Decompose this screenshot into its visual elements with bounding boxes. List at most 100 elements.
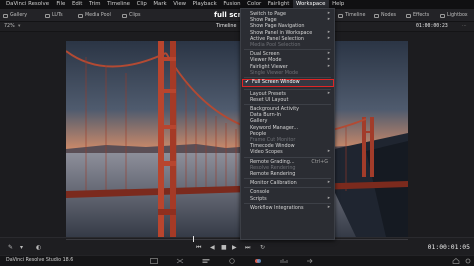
menu-playback[interactable]: Playback: [189, 0, 220, 9]
transport-bar: ✎ ▾ ◐ ⏮ ◀ ■ ▶ ⏭ ↻ 01:00:01:05: [0, 236, 474, 255]
viewer-frame-image[interactable]: [66, 41, 408, 237]
menu-item-video-scopes[interactable]: Video Scopes ▸: [241, 149, 334, 155]
media-page-icon[interactable]: [150, 258, 158, 264]
transport-timecode: 01:00:01:05: [427, 243, 470, 251]
checkmark-icon: ✔: [245, 80, 250, 85]
menu-separator: [244, 187, 331, 189]
menu-separator: [244, 49, 331, 51]
stop-icon[interactable]: ■: [221, 244, 227, 251]
timeline-scrubber[interactable]: [66, 236, 408, 242]
menu-file[interactable]: File: [53, 0, 69, 9]
menu-item-label: Monitor Calibration: [250, 180, 297, 187]
media-pool-icon: [78, 13, 83, 18]
pen-tool-icon[interactable]: ✎: [8, 244, 13, 251]
lightbox-button[interactable]: Lightbox: [440, 11, 468, 20]
viewer-options-icon[interactable]: ⋯: [462, 23, 467, 31]
menu-item-label: Layout Presets: [250, 90, 286, 97]
submenu-arrow-icon: ▸: [327, 149, 330, 155]
submenu-arrow-icon: ▸: [327, 180, 330, 186]
golden-gate-bridge-image: [66, 41, 408, 237]
loop-icon[interactable]: ↻: [260, 244, 265, 251]
fusion-page-icon[interactable]: [228, 258, 236, 264]
menu-item-label: Video Scopes: [250, 149, 283, 156]
viewer-header: 72% ▾ Timeline 01:00:00:23 ⋯: [0, 22, 474, 32]
menu-view[interactable]: View: [170, 0, 189, 9]
submenu-arrow-icon: ▸: [327, 195, 330, 201]
jump-to-end-icon[interactable]: ⏭: [245, 244, 250, 252]
zoom-level[interactable]: 72%: [4, 23, 15, 31]
luts-button[interactable]: LUTs: [45, 11, 63, 20]
effects-icon: [406, 13, 411, 18]
tool-dropdown-icon[interactable]: ▾: [20, 244, 23, 251]
play-icon[interactable]: ▶: [232, 244, 237, 251]
menu-timeline[interactable]: Timeline: [104, 0, 134, 9]
menu-separator: [244, 88, 331, 90]
menu-item-label: Active Panel Selection: [250, 35, 304, 42]
menu-item-label: Console: [250, 189, 270, 196]
settings-gear-icon[interactable]: [464, 258, 472, 264]
menu-mark[interactable]: Mark: [150, 0, 170, 9]
effects-button[interactable]: Effects: [406, 11, 429, 20]
menu-separator: [244, 202, 331, 204]
menu-item-label: Remote Grading...: [250, 158, 295, 165]
menu-clip[interactable]: Clip: [133, 0, 150, 9]
menu-item-reset-ui-layout[interactable]: Reset UI Layout: [241, 97, 334, 103]
viewer: [0, 32, 474, 237]
menu-item-scripts[interactable]: Scripts ▸: [241, 196, 334, 202]
gallery-icon: [3, 13, 8, 18]
menu-item-label: Viewer Mode: [250, 57, 282, 64]
scrubber-track: [66, 239, 408, 240]
menu-item-label: Keyword Manager...: [250, 124, 299, 131]
fairlight-page-icon[interactable]: [280, 258, 288, 264]
menu-item-single-viewer-mode: Single Viewer Mode: [241, 70, 334, 76]
menu-item-label: Timecode Window: [250, 143, 295, 150]
viewer-timecode: 01:00:00:23: [416, 24, 448, 29]
menu-item-full-screen-window[interactable]: ✔ Full Screen Window: [242, 79, 334, 87]
menu-separator: [244, 77, 331, 78]
menu-trim[interactable]: Trim: [86, 0, 104, 9]
menu-item-label: Data Burn-In: [250, 112, 282, 119]
edit-page-icon[interactable]: [202, 258, 210, 264]
zoom-dropdown-icon[interactable]: ▾: [18, 23, 20, 31]
clip-name: Timeline: [216, 24, 237, 29]
menu-separator: [244, 178, 331, 180]
app-brand: DaVinci Resolve Studio 18.6: [6, 258, 74, 263]
menu-item-remote-rendering[interactable]: Remote Rendering: [241, 171, 334, 177]
gallery-button[interactable]: Gallery: [3, 11, 27, 20]
menu-item-label: Remote Rendering: [250, 170, 296, 177]
menu-item-label: Gallery: [250, 118, 268, 125]
app-name: DaVinci Resolve: [6, 1, 50, 7]
media-pool-button[interactable]: Media Pool: [78, 11, 111, 20]
timeline-icon: [338, 13, 343, 18]
status-bar: DaVinci Resolve Studio 18.6: [0, 255, 474, 266]
deliver-page-icon[interactable]: [306, 258, 314, 264]
nodes-button[interactable]: Nodes: [374, 11, 396, 20]
menu-item-label: Workflow Integrations: [250, 204, 304, 211]
workspace-menu: Switch to Page ▸ Show Page ▸ Show Page Navig…: [240, 8, 335, 240]
menu-item-workflow-integrations[interactable]: Workflow Integrations ▸: [241, 205, 334, 211]
menu-separator: [244, 103, 331, 105]
playhead[interactable]: [193, 236, 195, 242]
menu-item-label: People: [250, 130, 267, 137]
cut-page-icon[interactable]: [176, 258, 184, 264]
menu-item-label: Show Page: [250, 17, 277, 24]
menu-item-label: Dual Screen: [250, 51, 280, 58]
timeline-button[interactable]: Timeline: [338, 11, 365, 20]
menu-item-label: Scripts: [250, 195, 267, 202]
nodes-icon: [374, 13, 379, 18]
menu-edit[interactable]: Edit: [69, 0, 86, 9]
home-icon[interactable]: [452, 258, 460, 264]
jump-to-start-icon[interactable]: ⏮: [196, 244, 201, 252]
reverse-play-icon[interactable]: ◀: [210, 244, 215, 251]
menu-item-label: Full Screen Window: [252, 79, 300, 85]
color-page-icon[interactable]: [254, 258, 262, 264]
menu-item-monitor-calibration[interactable]: Monitor Calibration ▸: [241, 180, 334, 186]
lightbox-icon: [440, 13, 445, 18]
menu-item-label: Single Viewer Mode: [250, 69, 299, 76]
menu-separator: [244, 156, 331, 158]
clips-button[interactable]: Clips: [122, 11, 141, 20]
menu-item-label: Switch to Page: [250, 11, 287, 17]
menu-item-label: Show Page Navigation: [250, 23, 305, 30]
highlight-icon[interactable]: ◐: [36, 244, 41, 251]
menu-item-label: Resolve Rendering: [250, 164, 296, 171]
